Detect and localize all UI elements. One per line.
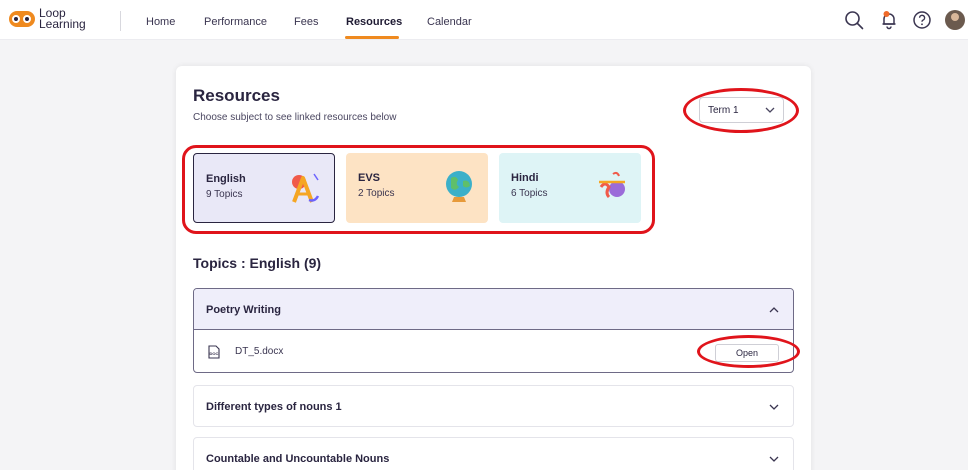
search-icon[interactable] xyxy=(843,9,865,31)
english-letters-icon xyxy=(292,173,320,203)
topic-title: Countable and Uncountable Nouns xyxy=(206,453,390,465)
nav-item-resources[interactable]: Resources xyxy=(346,16,402,28)
subject-topic-count: 2 Topics xyxy=(358,188,395,199)
page-title: Resources xyxy=(193,86,280,105)
chevron-up-icon xyxy=(769,307,779,313)
topic-accordion-countable-uncountable-nouns[interactable]: Countable and Uncountable Nouns xyxy=(193,437,794,470)
subject-card-hindi[interactable]: Hindi 6 Topics xyxy=(499,153,641,223)
term-select[interactable]: Term 1 xyxy=(699,97,784,123)
subject-name: English xyxy=(206,173,246,185)
nav-item-home[interactable]: Home xyxy=(146,16,175,28)
logo-mark-icon xyxy=(9,11,35,27)
profile-avatar[interactable] xyxy=(945,10,965,30)
nav-item-performance[interactable]: Performance xyxy=(204,16,267,28)
chevron-down-icon xyxy=(765,107,775,113)
svg-text:DOC: DOC xyxy=(210,351,219,356)
topic-accordion-poetry-writing: Poetry Writing DOC DT_5.docx Open xyxy=(193,288,794,373)
help-icon[interactable] xyxy=(911,9,933,31)
logo-text: Loop Learning xyxy=(39,6,86,31)
chevron-down-icon xyxy=(769,456,779,462)
top-navigation-bar: Loop Learning Home Performance Fees Reso… xyxy=(0,0,968,40)
subject-name: EVS xyxy=(358,172,381,184)
hindi-script-icon xyxy=(599,171,625,199)
nav-item-fees[interactable]: Fees xyxy=(294,16,318,28)
file-name: DT_5.docx xyxy=(235,346,284,357)
subject-name: Hindi xyxy=(511,172,539,184)
topics-heading: Topics : English (9) xyxy=(193,255,322,271)
active-tab-indicator xyxy=(345,36,399,39)
subject-card-evs[interactable]: EVS 2 Topics xyxy=(346,153,488,223)
accordion-header[interactable]: Poetry Writing xyxy=(194,289,793,330)
nav-divider xyxy=(120,11,121,31)
file-row: DOC DT_5.docx Open xyxy=(194,331,793,373)
subject-topic-count: 9 Topics xyxy=(206,189,243,200)
page-subtitle: Choose subject to see linked resources b… xyxy=(193,112,397,123)
nav-item-calendar[interactable]: Calendar xyxy=(427,16,472,28)
chevron-down-icon xyxy=(769,404,779,410)
open-file-button[interactable]: Open xyxy=(715,344,779,362)
notification-bell-icon[interactable] xyxy=(878,9,900,31)
document-file-icon: DOC xyxy=(208,345,220,359)
subject-card-english[interactable]: English 9 Topics xyxy=(193,153,335,223)
globe-icon xyxy=(446,171,472,202)
topic-accordion-different-types-of-nouns[interactable]: Different types of nouns 1 xyxy=(193,385,794,427)
loop-learning-logo[interactable]: Loop Learning xyxy=(9,6,99,34)
term-select-value: Term 1 xyxy=(708,105,739,116)
subject-topic-count: 6 Topics xyxy=(511,188,548,199)
topic-title: Different types of nouns 1 xyxy=(206,401,342,413)
topic-title: Poetry Writing xyxy=(206,304,281,316)
